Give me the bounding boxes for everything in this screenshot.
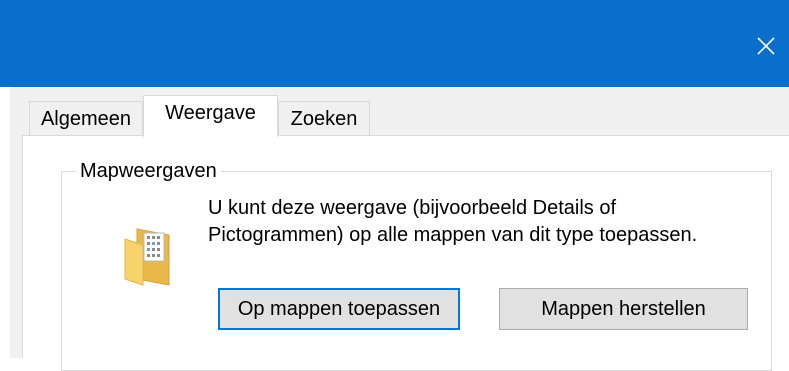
tab-algemeen[interactable]: Algemeen [29,101,143,137]
folder-icon [124,228,170,286]
close-icon [757,37,775,55]
apply-to-folders-button[interactable]: Op mappen toepassen [218,288,460,330]
tab-zoeken[interactable]: Zoeken [278,101,370,137]
tab-label: Weergave [165,102,256,124]
apply-button-label: Op mappen toepassen [237,298,441,320]
close-button[interactable] [743,26,789,66]
reset-button-label: Mappen herstellen [541,298,706,320]
title-bar [0,0,789,87]
folder-views-group: Mapweergaven U kunt deze weergave (bijvo… [61,159,772,371]
tab-content-panel: Mapweergaven U kunt deze weergave (bijvo… [22,135,789,371]
folder-views-description: U kunt deze weergave (bijvoorbeeld Detai… [208,197,698,246]
tab-label: Algemeen [40,108,132,130]
group-title: Mapweergaven [76,159,221,183]
window-edge [0,87,10,358]
tab-label: Zoeken [290,108,358,130]
reset-folders-button[interactable]: Mappen herstellen [499,288,748,330]
tab-weergave[interactable]: Weergave [143,95,278,137]
